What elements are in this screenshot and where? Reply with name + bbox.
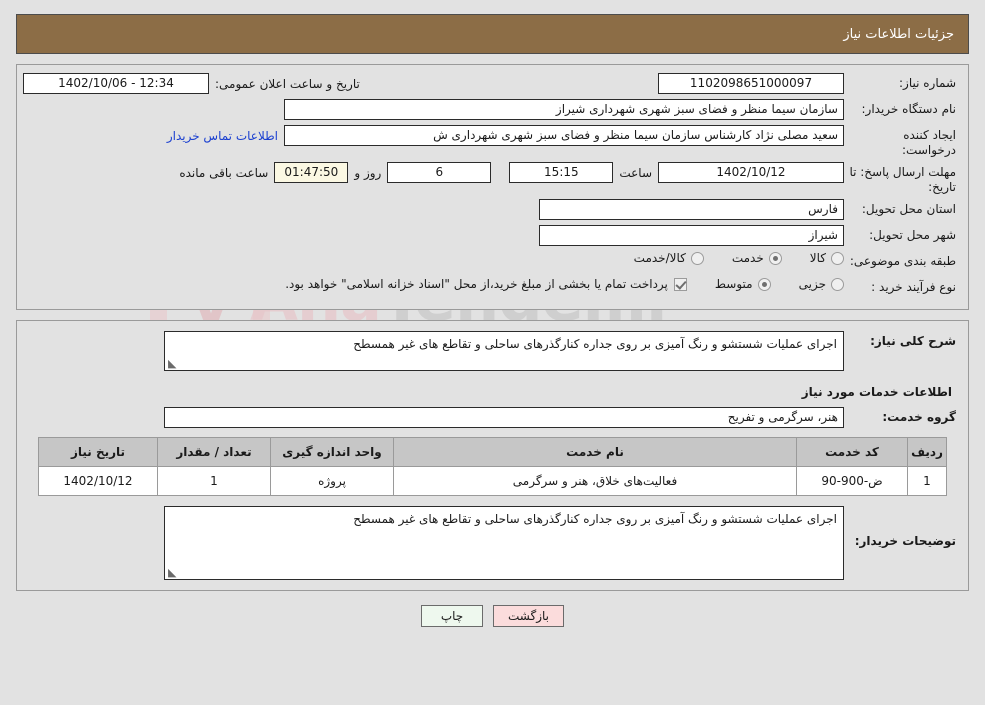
process-radio-group: جزیی متوسط xyxy=(687,277,844,291)
radio-icon-kala-khedmat[interactable] xyxy=(690,251,704,265)
days-left-label: روز و xyxy=(354,165,382,180)
process-option-motevasset[interactable]: متوسط xyxy=(715,277,771,291)
print-button[interactable]: چاپ xyxy=(421,605,483,627)
buyer-contact-link[interactable]: اطلاعات تماس خریدار xyxy=(161,129,284,143)
resize-grip-icon-summary[interactable]: ◢ xyxy=(168,357,178,370)
need-number-label: شماره نیاز: xyxy=(899,76,956,90)
service-group-value: هنر، سرگرمی و تفریح xyxy=(164,407,844,428)
page-titlebar: جزئیات اطلاعات نیاز xyxy=(16,14,969,54)
row-deadline: مهلت ارسال پاسخ: تا تاریخ: 1402/10/12 سا… xyxy=(23,162,962,195)
process-option-motevasset-label: متوسط xyxy=(714,277,753,291)
deadline-label: مهلت ارسال پاسخ: تا تاریخ: xyxy=(849,165,956,194)
process-option-jozi-label: جزیی xyxy=(798,277,826,291)
cell-qty: 1 xyxy=(157,466,271,496)
summary-text: اجرای عملیات شستشو و رنگ آمیزی بر روی جد… xyxy=(353,337,837,351)
countdown-value: 01:47:50 xyxy=(274,162,349,183)
row-summary: شرح کلی نیاز: اجرای عملیات شستشو و رنگ آ… xyxy=(23,331,962,371)
deadline-hour-label: ساعت xyxy=(619,165,652,180)
province-value: فارس xyxy=(539,199,844,220)
summary-textarea[interactable]: اجرای عملیات شستشو و رنگ آمیزی بر روی جد… xyxy=(164,331,844,371)
category-option-kala-khedmat-label: کالا/خدمت xyxy=(633,251,686,265)
treasury-checkbox-wrapper[interactable]: پرداخت تمام یا بخشی از مبلغ خرید،از محل … xyxy=(285,277,687,291)
category-option-kala[interactable]: کالا xyxy=(810,251,844,265)
row-service-group: گروه خدمت: هنر، سرگرمی و تفریح xyxy=(23,407,962,429)
row-need-number: شماره نیاز: 1102098651000097 تاریخ و ساع… xyxy=(23,73,962,95)
footer-button-bar: بازگشت چاپ xyxy=(0,605,985,627)
province-label: استان محل تحویل: xyxy=(861,202,956,216)
row-city: شهر محل تحویل: شیراز xyxy=(23,225,962,247)
deadline-hour-value: 15:15 xyxy=(509,162,614,183)
cell-date: 1402/10/12 xyxy=(38,466,158,496)
services-table: ردیف کد خدمت نام خدمت واحد اندازه گیری ت… xyxy=(38,437,947,496)
row-process: نوع فرآیند خرید : جزیی متوسط پرداخت تمام… xyxy=(23,277,962,299)
buyer-notes-text: اجرای عملیات شستشو و رنگ آمیزی بر روی جد… xyxy=(353,512,837,526)
buyer-label: نام دستگاه خریدار: xyxy=(861,102,957,116)
days-left-value: 6 xyxy=(387,162,492,183)
radio-icon-motevasset[interactable] xyxy=(757,277,771,291)
service-group-label: گروه خدمت: xyxy=(882,410,956,424)
category-option-khedmat-label: خدمت xyxy=(731,251,764,265)
th-code: کد خدمت xyxy=(796,437,908,467)
cell-unit: پروژه xyxy=(270,466,394,496)
back-button[interactable]: بازگشت xyxy=(493,605,564,627)
category-option-khedmat[interactable]: خدمت xyxy=(732,251,782,265)
category-label: طبقه بندی موضوعی: xyxy=(849,254,956,268)
summary-label: شرح کلی نیاز: xyxy=(870,334,956,348)
cell-row: 1 xyxy=(907,466,947,496)
th-date: تاریخ نیاز xyxy=(38,437,158,467)
city-value: شیراز xyxy=(539,225,844,246)
city-label: شهر محل تحویل: xyxy=(869,228,956,242)
announce-value: 12:34 - 1402/10/06 xyxy=(23,73,209,94)
row-buyer-notes: توضیحات خریدار: اجرای عملیات شستشو و رنگ… xyxy=(23,506,962,580)
services-panel: شرح کلی نیاز: اجرای عملیات شستشو و رنگ آ… xyxy=(16,320,969,591)
countdown-label: ساعت باقی مانده xyxy=(179,165,269,180)
buyer-value: سازمان سیما منظر و فضای سبز شهری شهرداری… xyxy=(284,99,844,120)
cell-name: فعالیت‌های خلاق، هنر و سرگرمی xyxy=(393,466,797,496)
radio-icon-khedmat[interactable] xyxy=(768,251,782,265)
buyer-notes-label: توضیحات خریدار: xyxy=(854,534,956,548)
category-option-kala-label: کالا xyxy=(809,251,826,265)
category-option-kala-khedmat[interactable]: کالا/خدمت xyxy=(634,251,704,265)
treasury-note-label: پرداخت تمام یا بخشی از مبلغ خرید،از محل … xyxy=(285,277,668,291)
category-radio-group: کالا خدمت کالا/خدمت xyxy=(606,251,844,265)
th-row: ردیف xyxy=(907,437,947,467)
requester-label: ایجاد کننده درخواست: xyxy=(902,128,956,157)
need-number-value: 1102098651000097 xyxy=(658,73,844,94)
resize-grip-icon-buyer-notes[interactable]: ◢ xyxy=(168,566,178,579)
table-header-row: ردیف کد خدمت نام خدمت واحد اندازه گیری ت… xyxy=(38,437,947,467)
deadline-date-value: 1402/10/12 xyxy=(658,162,844,183)
process-option-jozi[interactable]: جزیی xyxy=(799,277,844,291)
row-buyer: نام دستگاه خریدار: سازمان سیما منظر و فض… xyxy=(23,99,962,121)
requester-value: سعید مصلی نژاد کارشناس سازمان سیما منظر … xyxy=(284,125,844,146)
services-section-title: اطلاعات خدمات مورد نیاز xyxy=(801,385,952,399)
th-name: نام خدمت xyxy=(393,437,797,467)
row-province: استان محل تحویل: فارس xyxy=(23,199,962,221)
buyer-notes-textarea[interactable]: اجرای عملیات شستشو و رنگ آمیزی بر روی جد… xyxy=(164,506,844,580)
process-label: نوع فرآیند خرید : xyxy=(871,280,956,294)
radio-icon-jozi[interactable] xyxy=(831,277,844,291)
th-qty: تعداد / مقدار xyxy=(157,437,271,467)
page-root: جزئیات اطلاعات نیاز شماره نیاز: 11020986… xyxy=(0,14,985,627)
radio-icon-kala[interactable] xyxy=(831,251,844,265)
row-category: طبقه بندی موضوعی: کالا خدمت کالا/خدمت xyxy=(23,251,962,273)
page-title: جزئیات اطلاعات نیاز xyxy=(843,26,954,42)
row-requester: ایجاد کننده درخواست: سعید مصلی نژاد کارش… xyxy=(23,125,962,158)
table-row: 1 ض-900-90 فعالیت‌های خلاق، هنر و سرگرمی… xyxy=(38,466,947,496)
th-unit: واحد اندازه گیری xyxy=(270,437,394,467)
cell-code: ض-900-90 xyxy=(796,466,908,496)
need-info-panel: شماره نیاز: 1102098651000097 تاریخ و ساع… xyxy=(16,64,969,310)
announce-label: تاریخ و ساعت اعلان عمومی: xyxy=(215,76,360,91)
checkbox-icon-treasury[interactable] xyxy=(673,277,687,291)
